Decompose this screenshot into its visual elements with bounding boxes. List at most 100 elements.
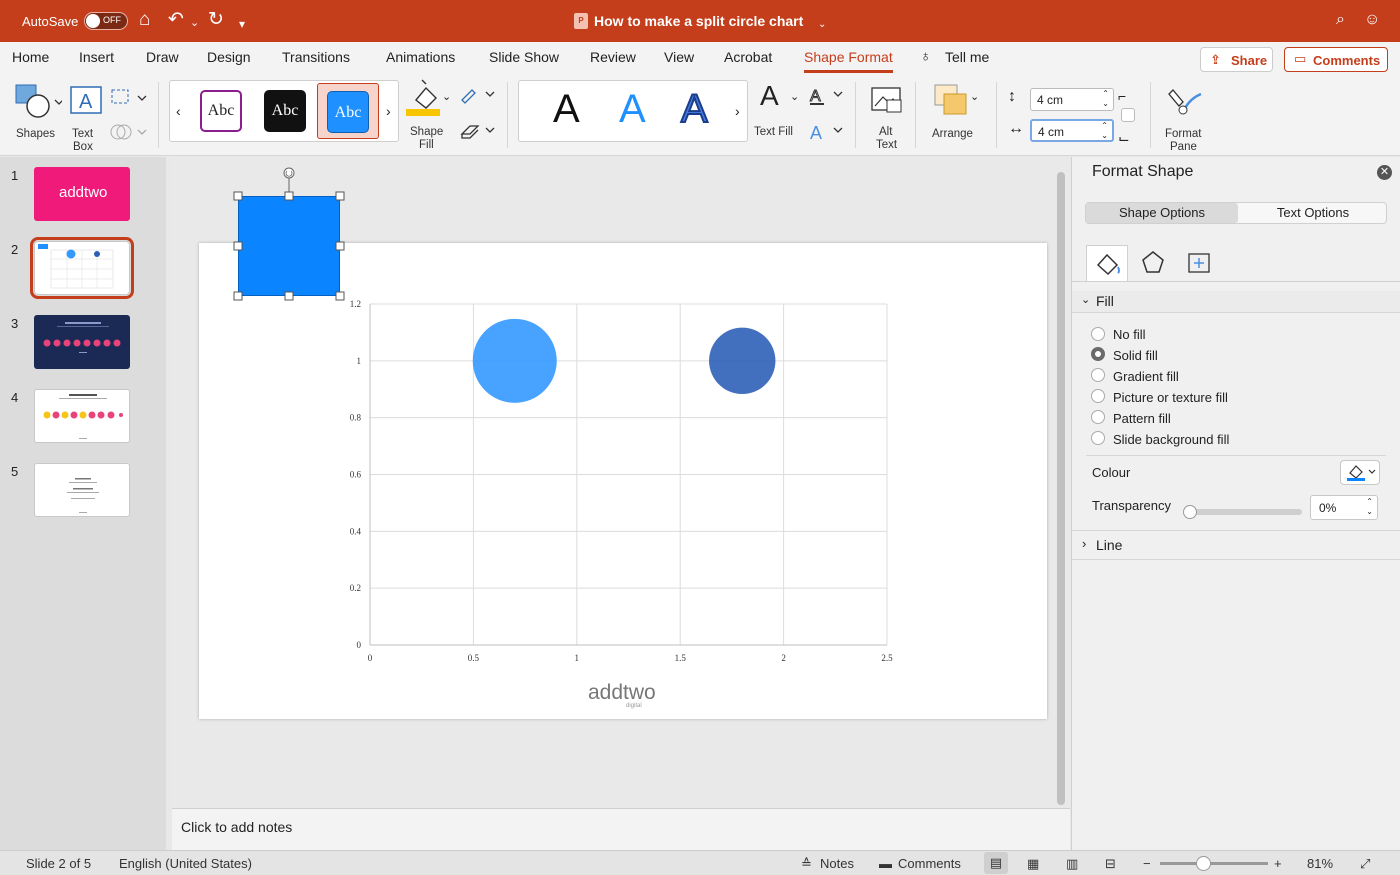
slideshow-view-icon[interactable]: ⊟ bbox=[1105, 856, 1116, 872]
pentagon-glyph bbox=[1142, 251, 1164, 273]
zoom-level[interactable]: 81% bbox=[1307, 856, 1333, 871]
style-sample-black[interactable]: Abc bbox=[264, 90, 306, 132]
gallery-next-icon[interactable]: › bbox=[386, 103, 391, 119]
height-stepper[interactable]: ⌃ ⌄ bbox=[1102, 89, 1109, 109]
gallery-prev-icon[interactable]: ‹ bbox=[176, 103, 181, 119]
text-effects-icon[interactable]: A bbox=[808, 122, 844, 144]
slide-thumbnail-1[interactable]: addtwo bbox=[34, 167, 130, 221]
zoom-slider[interactable] bbox=[1160, 856, 1268, 871]
normal-view-icon[interactable]: ▤ bbox=[984, 852, 1008, 874]
colour-picker-button[interactable] bbox=[1340, 460, 1380, 485]
radio-slide-background-fill[interactable] bbox=[1091, 431, 1105, 445]
profile-icon[interactable]: ☺ bbox=[1364, 9, 1380, 31]
tab-insert[interactable]: Insert bbox=[79, 49, 114, 65]
tab-text-options[interactable]: Text Options bbox=[1238, 203, 1388, 223]
wordart-next-icon[interactable]: › bbox=[735, 103, 740, 119]
slide-sorter-icon[interactable]: ▦ bbox=[1027, 856, 1039, 872]
canvas-scrollbar[interactable] bbox=[1057, 172, 1065, 805]
wordart-sample-black[interactable]: A bbox=[553, 87, 580, 132]
document-title[interactable]: How to make a split circle chart bbox=[594, 13, 803, 29]
slide-thumbnail-2[interactable] bbox=[30, 237, 134, 299]
undo-icon[interactable]: ↶ bbox=[168, 9, 184, 31]
line-section-header[interactable]: › Line bbox=[1072, 535, 1400, 559]
tab-view[interactable]: View bbox=[664, 49, 694, 65]
radio-pattern-fill[interactable] bbox=[1091, 410, 1105, 424]
selection-handles bbox=[233, 167, 345, 301]
customize-toolbar-icon[interactable]: ▾ bbox=[239, 13, 245, 35]
tab-transitions[interactable]: Transitions bbox=[282, 49, 350, 65]
tab-shape-format[interactable]: Shape Format bbox=[804, 49, 893, 73]
slide-thumbnail-4[interactable] bbox=[34, 389, 130, 443]
merge-shapes-icon[interactable] bbox=[108, 120, 148, 144]
format-pane-button[interactable]: Format Pane bbox=[1162, 80, 1208, 153]
transparency-slider[interactable] bbox=[1183, 505, 1302, 519]
zoom-out-icon[interactable]: − bbox=[1143, 856, 1151, 871]
tab-review[interactable]: Review bbox=[590, 49, 636, 65]
radio-solid-fill[interactable] bbox=[1091, 347, 1105, 361]
zoom-in-icon[interactable]: + bbox=[1274, 856, 1282, 871]
text-fill-button[interactable]: A Text Fill bbox=[752, 78, 802, 150]
slide[interactable]: 0 0.2 0.4 0.6 0.8 1 1.2 0 0.5 1 1.5 2 2.5 addtwo dig… bbox=[199, 243, 1047, 719]
reading-view-icon[interactable]: ▥ bbox=[1066, 856, 1078, 872]
tab-slide-show[interactable]: Slide Show bbox=[489, 49, 559, 65]
zoom-slider-thumb[interactable] bbox=[1196, 856, 1211, 871]
close-icon[interactable]: ✕ bbox=[1377, 165, 1392, 180]
shape-fill-button[interactable]: Shape Fill bbox=[402, 78, 452, 151]
tab-draw[interactable]: Draw bbox=[146, 49, 179, 65]
search-icon[interactable]: ⌕ bbox=[1336, 9, 1345, 31]
fit-to-window-icon[interactable]: ⤢ bbox=[1360, 856, 1370, 872]
width-stepper[interactable]: ⌃ ⌄ bbox=[1101, 121, 1108, 141]
lock-aspect-checkbox[interactable] bbox=[1121, 108, 1135, 122]
style-sample-outline[interactable]: Abc bbox=[200, 90, 242, 132]
undo-dropdown-icon[interactable]: ⌄ bbox=[190, 12, 199, 34]
wordart-sample-blue[interactable]: A bbox=[619, 87, 646, 132]
width-input[interactable]: 4 cm ⌃ ⌄ bbox=[1030, 119, 1114, 142]
lock-aspect-icon[interactable]: ⌐ bbox=[1118, 88, 1126, 104]
slide-thumbnail-3[interactable] bbox=[34, 315, 130, 369]
redo-icon[interactable]: ↻ bbox=[208, 9, 224, 31]
transparency-input[interactable]: 0% ⌃ ⌄ bbox=[1310, 495, 1378, 520]
radio-gradient-fill[interactable] bbox=[1091, 368, 1105, 382]
scatter-chart[interactable]: 00.20.40.60.811.20 0.5 1 1.5 2 2.5 bbox=[199, 243, 1047, 719]
comments-button[interactable]: ▭ Comments bbox=[1284, 47, 1388, 72]
comments-toggle-icon[interactable]: ▬ bbox=[879, 856, 892, 871]
edit-shape-icon[interactable] bbox=[108, 86, 148, 110]
wordart-sample-outline[interactable]: A bbox=[680, 86, 709, 132]
autosave-toggle[interactable]: OFF bbox=[84, 12, 128, 30]
height-input[interactable]: 4 cm ⌃ ⌄ bbox=[1030, 88, 1114, 111]
home-icon[interactable]: ⌂ bbox=[139, 9, 150, 31]
tab-home[interactable]: Home bbox=[12, 49, 49, 65]
text-fill-dropdown-icon[interactable]: ⌄ bbox=[790, 90, 799, 103]
fill-line-icon[interactable] bbox=[1086, 245, 1128, 281]
notes-toggle[interactable]: Notes bbox=[820, 856, 854, 871]
tab-acrobat[interactable]: Acrobat bbox=[724, 49, 772, 65]
transparency-stepper[interactable]: ⌃ ⌄ bbox=[1366, 497, 1373, 517]
notes-toggle-icon[interactable]: ≙ bbox=[801, 856, 812, 872]
effects-icon[interactable] bbox=[1132, 245, 1174, 281]
shape-fill-dropdown-icon[interactable]: ⌄ bbox=[442, 90, 451, 103]
shape-outline-icon[interactable] bbox=[458, 86, 498, 106]
tab-animations[interactable]: Animations bbox=[386, 49, 455, 65]
shape-effects-icon[interactable] bbox=[458, 122, 498, 142]
radio-picture-fill[interactable] bbox=[1091, 389, 1105, 403]
style-sample-blue-selected[interactable]: Abc bbox=[317, 83, 379, 139]
share-button[interactable]: ⇪ Share bbox=[1200, 47, 1273, 72]
tab-tell-me[interactable]: Tell me bbox=[945, 49, 989, 65]
size-properties-icon[interactable] bbox=[1178, 245, 1220, 281]
text-box-button[interactable]: A Text Box bbox=[66, 80, 106, 153]
shapes-button[interactable]: Shapes bbox=[10, 80, 64, 142]
notes-pane[interactable]: Click to add notes bbox=[172, 808, 1070, 850]
tab-shape-options[interactable]: Shape Options bbox=[1086, 203, 1238, 223]
language-indicator[interactable]: English (United States) bbox=[119, 856, 252, 871]
comments-toggle[interactable]: Comments bbox=[898, 856, 961, 871]
tab-design[interactable]: Design bbox=[207, 49, 251, 65]
ribbon-tabs: Home Insert Draw Design Transitions Anim… bbox=[0, 42, 1400, 74]
transparency-slider-thumb[interactable] bbox=[1183, 505, 1197, 519]
radio-no-fill[interactable] bbox=[1091, 327, 1105, 341]
alt-text-button[interactable]: Alt Text bbox=[866, 80, 908, 152]
title-chevron-icon[interactable]: ⌄ bbox=[818, 14, 826, 36]
slide-thumbnail-5[interactable] bbox=[34, 463, 130, 517]
fill-section-header[interactable]: ⌄ Fill bbox=[1072, 291, 1400, 313]
text-outline-icon[interactable]: A bbox=[808, 86, 844, 108]
arrange-dropdown-icon[interactable]: ⌄ bbox=[970, 90, 979, 103]
